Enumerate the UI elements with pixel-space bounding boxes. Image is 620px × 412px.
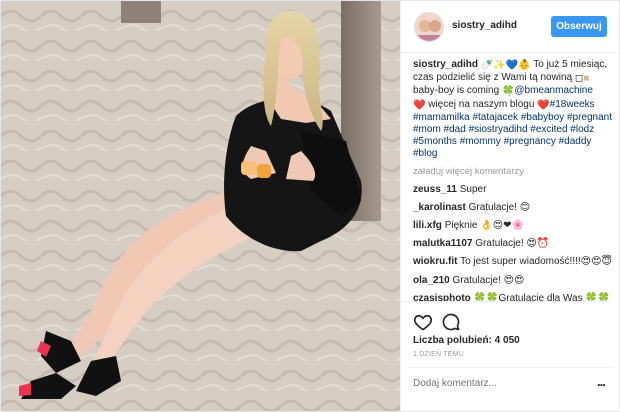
- sparkles-icon: ✨: [493, 60, 506, 71]
- baby-bottle-icon: 🍼: [480, 60, 494, 71]
- comment-item: ola_210 Gratulacje! 😍😍: [413, 275, 613, 287]
- avatar[interactable]: [414, 12, 444, 42]
- square-icon: ◻: [574, 73, 584, 85]
- comment-text: Pięknie 👌😍❤🌸: [444, 220, 524, 232]
- more-options-icon[interactable]: ...: [597, 374, 606, 389]
- actions-divider: [401, 301, 609, 302]
- avatar-image: [415, 13, 443, 41]
- post-photo[interactable]: [1, 1, 400, 411]
- post-header: siostry_adihd Obserwuj: [401, 1, 620, 53]
- comment-item: wiokru.fit To jest super wiadomość!!!!😍😍…: [413, 256, 613, 268]
- red-heart-icon: ❤️: [413, 99, 426, 111]
- comment-item: lili.xfg Pięknie 👌😍❤🌸: [413, 220, 613, 232]
- comment-text: Gratulacje! 😊: [468, 201, 531, 213]
- caption-mention[interactable]: @bmeanmachine: [514, 85, 593, 96]
- speech-bubble-icon[interactable]: [441, 312, 461, 332]
- heart-icon[interactable]: [413, 312, 433, 332]
- post-username[interactable]: siostry_adihd: [452, 20, 517, 31]
- follow-button[interactable]: Obserwuj: [551, 16, 607, 37]
- add-comment-divider: [409, 367, 613, 368]
- comment-username[interactable]: lili.xfg: [413, 220, 442, 231]
- add-comment-input[interactable]: [413, 374, 593, 392]
- beach-photo-illustration: [1, 1, 400, 411]
- comment-item: malutka1107 Gratulacje! 😍⏰: [413, 238, 613, 250]
- comment-text: Gratulacje! 😍😍: [452, 274, 525, 286]
- comment-item: _karolinast Gratulacje! 😊: [413, 202, 613, 214]
- comment-text: Gratulacje! 😍⏰: [475, 238, 550, 250]
- beige-square-icon: ■: [583, 73, 590, 85]
- baby-icon: 👶: [518, 60, 531, 71]
- comment-text: Super: [459, 183, 487, 195]
- post-sidebar: siostry_adihd Obserwuj siostry_adihd 🍼✨💙…: [400, 1, 620, 411]
- comment-text: To jest super wiadomość!!!!😍😍😇: [460, 256, 612, 268]
- comment-username[interactable]: wiokru.fit: [413, 256, 457, 267]
- comment-item: zeuss_11 Super: [413, 184, 613, 196]
- caption-text-2: baby-boy is coming: [413, 85, 502, 97]
- comment-username[interactable]: zeuss_11: [413, 184, 457, 195]
- instagram-post-embed: siostry_adihd Obserwuj siostry_adihd 🍼✨💙…: [0, 0, 620, 412]
- comment-item: czasisphoto 🍀🍀Gratulacje dla Was 🍀🍀: [413, 293, 613, 301]
- caption-text-3: więcej na naszym blogu: [425, 98, 538, 110]
- comment-username[interactable]: _karolinast: [413, 202, 466, 213]
- post-timestamp: 1 DZIEŃ TEMU: [413, 351, 464, 358]
- blue-heart-icon: 💙: [505, 60, 519, 71]
- comment-username[interactable]: ola_210: [413, 275, 450, 286]
- comment-username[interactable]: czasisphoto: [413, 293, 471, 301]
- likes-count[interactable]: Liczba polubień: 4 050: [413, 335, 520, 346]
- comment-text: 🍀🍀Gratulacje dla Was 🍀🍀: [473, 292, 611, 301]
- post-caption: siostry_adihd 🍼✨💙👶 To już 5 miesiąc, cza…: [413, 59, 613, 161]
- red-heart-icon-2: ❤️: [537, 99, 550, 111]
- load-more-comments[interactable]: załaduj więcej komentarzy: [413, 166, 613, 178]
- comments-list[interactable]: siostry_adihd 🍼✨💙👶 To już 5 miesiąc, cza…: [413, 59, 613, 301]
- comment-username[interactable]: malutka1107: [413, 238, 473, 249]
- caption-username[interactable]: siostry_adihd: [413, 59, 478, 70]
- clover-icon: 🍀: [501, 86, 515, 98]
